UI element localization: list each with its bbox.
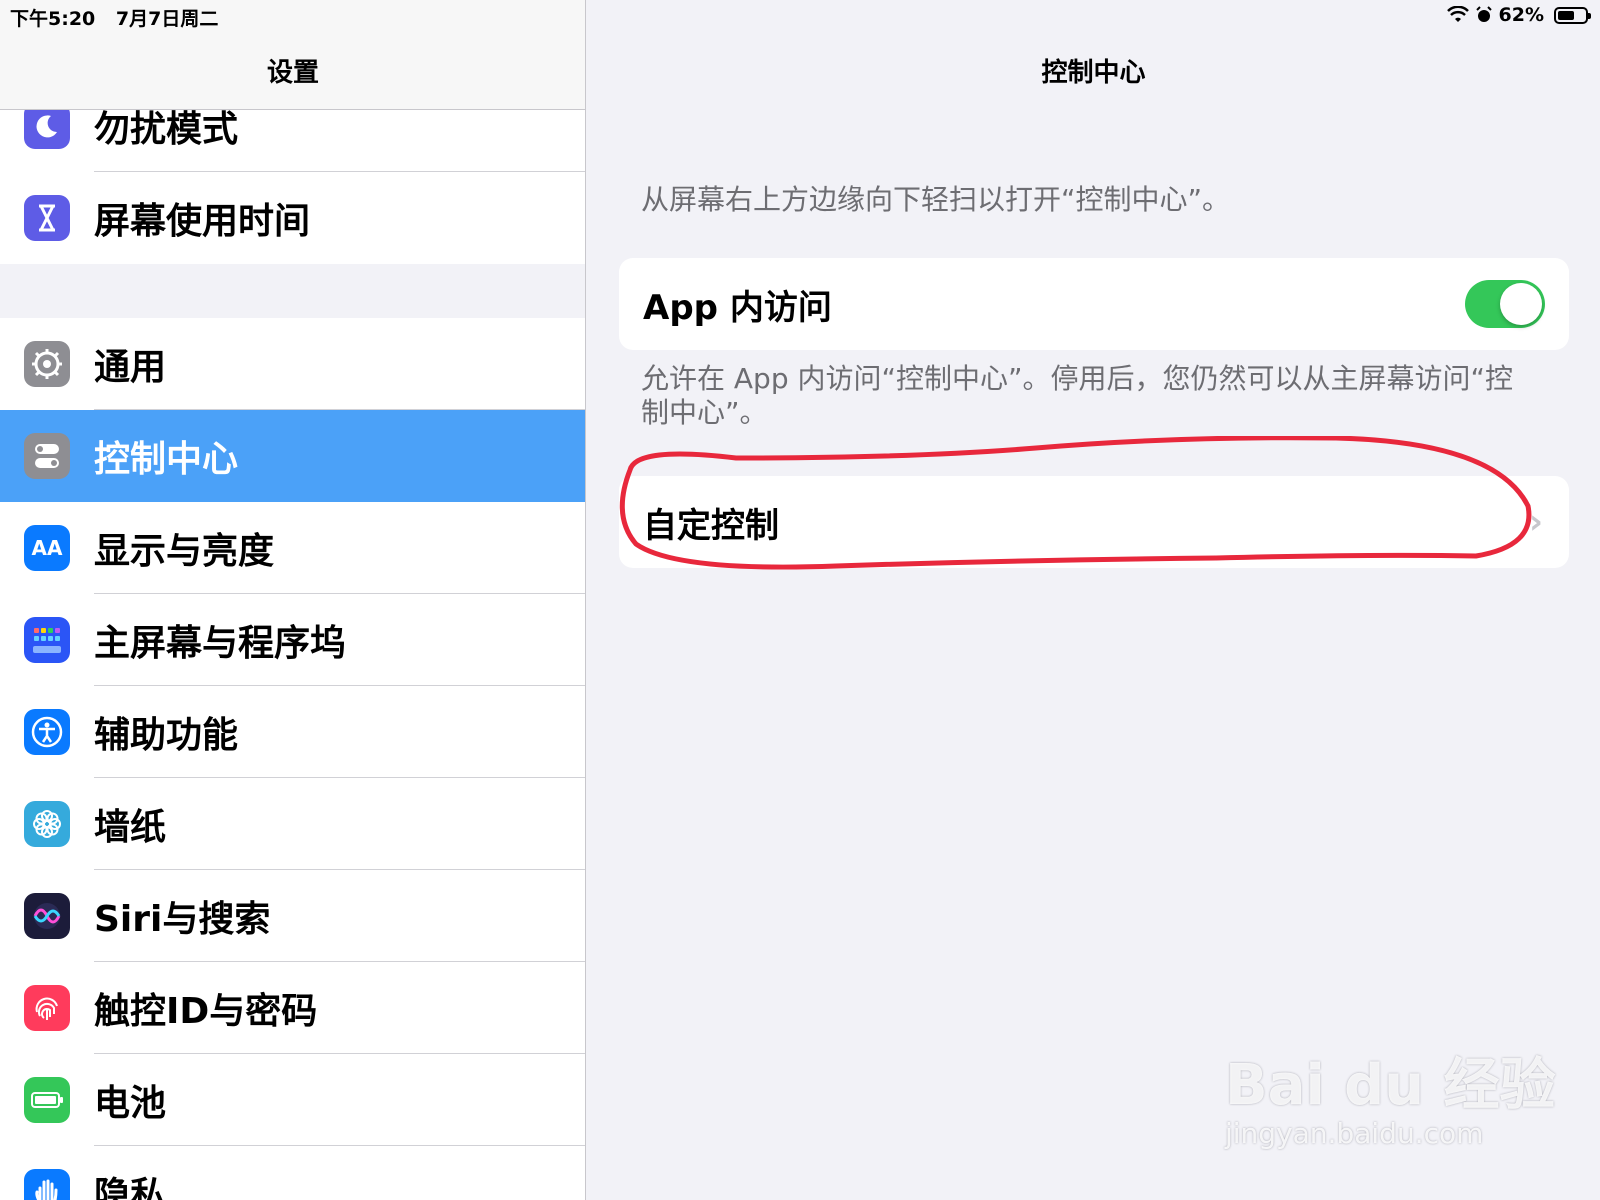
sidebar-item-control-center[interactable]: 控制中心 — [0, 410, 585, 502]
hourglass-icon — [24, 195, 70, 241]
in-app-access-label: App 内访问 — [643, 287, 832, 328]
fingerprint-icon — [24, 985, 70, 1031]
status-bar: 下午5:20 7月7日周二 62% — [0, 0, 1600, 32]
alarm-icon — [1475, 6, 1492, 22]
sidebar-item-display-brightness[interactable]: AA 显示与亮度 — [0, 502, 585, 594]
toggle-knob — [1500, 283, 1542, 325]
sidebar-item-label: 显示与亮度 — [94, 531, 275, 572]
watermark-brand: Bai du 经验 — [1225, 1053, 1556, 1118]
sidebar-item-wallpaper[interactable]: 墙纸 — [0, 778, 585, 870]
sidebar-item-label: 主屏幕与程序坞 — [94, 623, 347, 664]
settings-sidebar: 设置 勿扰模式 屏幕使用时间 通用 控制中心 AA 显示与亮度 主屏幕与程序坞 … — [0, 0, 586, 1200]
sidebar-item-label: Siri与搜索 — [94, 899, 271, 940]
customize-controls-row[interactable]: 自定控制 › — [619, 476, 1569, 568]
sidebar-group-system: 通用 控制中心 AA 显示与亮度 主屏幕与程序坞 辅助功能 墙纸 Siri与搜索… — [0, 318, 585, 1200]
sidebar-item-label: 电池 — [94, 1083, 167, 1124]
status-date: 7月7日周二 — [115, 8, 219, 30]
sidebar-item-siri-search[interactable]: Siri与搜索 — [0, 870, 585, 962]
baidu-watermark: Bai du 经验 jingyan.baidu.com — [1225, 1040, 1556, 1150]
page-title: 控制中心 — [1041, 58, 1146, 88]
sidebar-item-label: 控制中心 — [94, 439, 239, 480]
in-app-access-row: App 内访问 — [619, 258, 1569, 350]
sidebar-item-label: 墙纸 — [94, 807, 167, 848]
battery-indicator-icon — [1554, 6, 1591, 24]
siri-icon — [24, 893, 70, 939]
sidebar-item-touch-id-passcode[interactable]: 触控ID与密码 — [0, 962, 585, 1054]
wifi-icon — [1446, 6, 1469, 22]
sidebar-item-label: 触控ID与密码 — [94, 991, 318, 1032]
control-center-pane: 控制中心 从屏幕右上方边缘向下轻扫以打开“控制中心”。 App 内访问 允许在 … — [587, 0, 1600, 1200]
sidebar-item-label: 隐私 — [94, 1175, 167, 1200]
sidebar-item-privacy[interactable]: 隐私 — [0, 1146, 585, 1200]
sidebar-title: 设置 — [266, 58, 319, 88]
watermark-url: jingyan.baidu.com — [1225, 1117, 1484, 1150]
sidebar-item-battery[interactable]: 电池 — [0, 1054, 585, 1146]
sidebar-item-label: 通用 — [94, 347, 167, 388]
sidebar-item-accessibility[interactable]: 辅助功能 — [0, 686, 585, 778]
flower-icon — [24, 801, 70, 847]
battery-icon — [24, 1077, 70, 1123]
chevron-right-icon: › — [1528, 502, 1543, 542]
switches-icon — [24, 433, 70, 479]
sidebar-item-label: 辅助功能 — [94, 715, 239, 756]
accessibility-icon — [24, 709, 70, 755]
swipe-hint-text: 从屏幕右上方边缘向下轻扫以打开“控制中心”。 — [641, 183, 1231, 216]
hand-icon — [24, 1169, 70, 1200]
in-app-access-toggle[interactable] — [1465, 280, 1545, 328]
gear-icon — [24, 341, 70, 387]
status-time: 下午5:20 — [10, 8, 96, 30]
sidebar-item-label: 屏幕使用时间 — [94, 201, 311, 242]
customize-controls-label: 自定控制 — [643, 505, 779, 546]
sidebar-item-screen-time[interactable]: 屏幕使用时间 — [0, 172, 585, 264]
text-size-icon: AA — [24, 525, 70, 571]
home-grid-icon — [24, 617, 70, 663]
in-app-access-description: 允许在 App 内访问“控制中心”。停用后，您仍然可以从主屏幕访问“控制中心”。 — [641, 362, 1514, 429]
sidebar-item-general[interactable]: 通用 — [0, 318, 585, 410]
sidebar-item-home-screen-dock[interactable]: 主屏幕与程序坞 — [0, 594, 585, 686]
battery-percent: 62% — [1498, 4, 1544, 26]
